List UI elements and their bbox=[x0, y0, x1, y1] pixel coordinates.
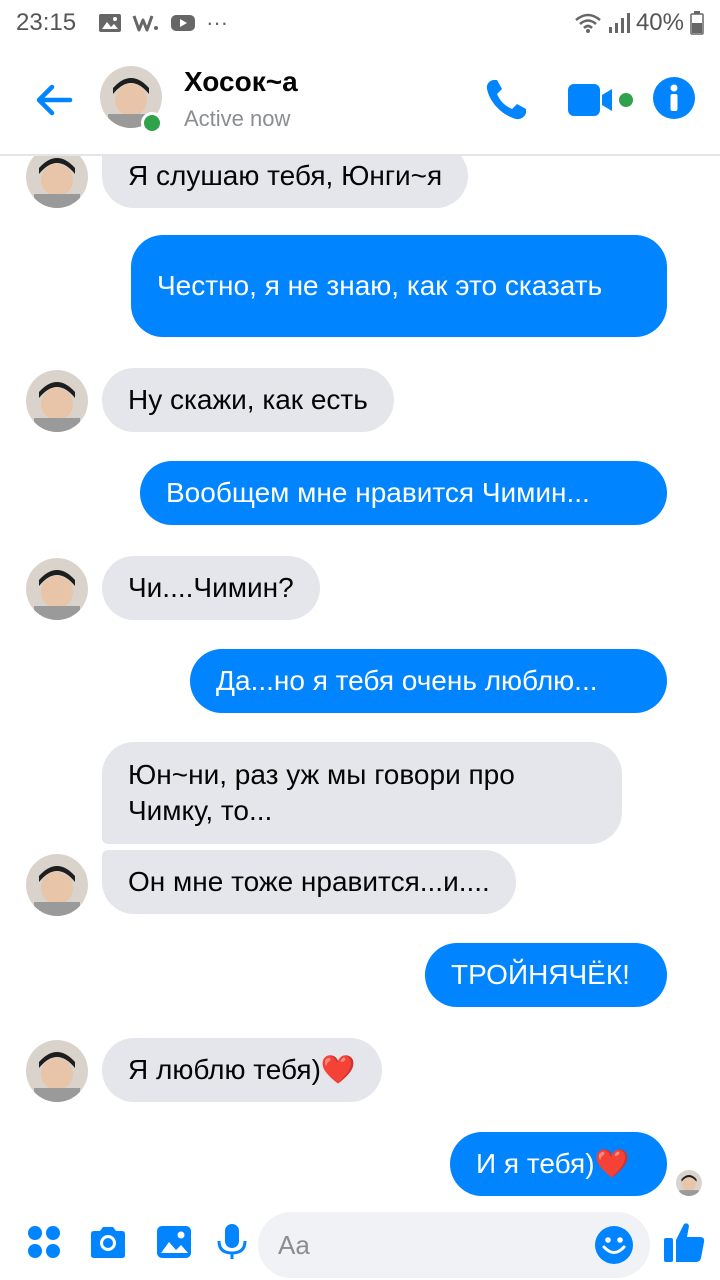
battery-icon bbox=[690, 11, 704, 35]
menu-icon[interactable] bbox=[24, 1222, 64, 1262]
message-text: Юн~ни, раз уж мы говори про Чимку, то... bbox=[128, 759, 515, 826]
status-notification-icons: ··· bbox=[98, 12, 228, 34]
status-system-icons: 40% bbox=[574, 9, 704, 37]
message-text: Я люблю тебя) bbox=[128, 1054, 321, 1085]
message-composer bbox=[0, 1204, 720, 1280]
message-input-container[interactable] bbox=[258, 1212, 650, 1278]
outgoing-message[interactable]: Честно, я не знаю, как это сказать bbox=[131, 235, 667, 337]
message-text: Он мне тоже нравится...и.... bbox=[128, 866, 490, 897]
more-dots-icon: ··· bbox=[206, 10, 229, 35]
w-app-icon bbox=[132, 15, 159, 32]
outgoing-message[interactable]: Да...но я тебя очень люблю... bbox=[190, 649, 667, 713]
contact-message-avatar bbox=[26, 1040, 88, 1102]
status-bar: 23:15 ··· 40% bbox=[0, 0, 720, 46]
info-icon[interactable] bbox=[652, 76, 696, 120]
incoming-message[interactable]: Чи....Чимин? bbox=[102, 556, 320, 620]
contact-name[interactable]: Хосок~а bbox=[184, 66, 298, 98]
phone-call-icon[interactable] bbox=[482, 76, 530, 124]
microphone-icon[interactable] bbox=[212, 1222, 252, 1262]
heart-emoji: ❤️ bbox=[594, 1148, 630, 1179]
message-text: Я слушаю тебя, Юнги~я bbox=[128, 160, 443, 191]
contact-message-avatar bbox=[26, 156, 88, 208]
signal-icon bbox=[608, 13, 630, 33]
gallery-icon bbox=[99, 14, 122, 32]
message-text: Ну скажи, как есть bbox=[128, 384, 368, 415]
video-call-icon[interactable] bbox=[566, 80, 636, 120]
seen-receipt-avatar bbox=[676, 1170, 702, 1196]
message-text: И я тебя) bbox=[476, 1148, 595, 1179]
message-text: Честно, я не знаю, как это сказать bbox=[157, 270, 603, 301]
contact-message-avatar bbox=[26, 558, 88, 620]
status-time: 23:15 bbox=[16, 9, 77, 36]
outgoing-message[interactable]: Вообщем мне нравится Чимин... bbox=[140, 461, 667, 525]
incoming-message[interactable]: Я слушаю тебя, Юнги~я bbox=[102, 156, 469, 208]
youtube-icon bbox=[171, 15, 196, 31]
image-icon[interactable] bbox=[154, 1222, 194, 1262]
conversation-header: Хосок~а Active now bbox=[0, 46, 720, 156]
battery-percent: 40% bbox=[635, 9, 684, 36]
message-text: ТРОЙНЯЧЁК! bbox=[451, 959, 630, 990]
outgoing-message[interactable]: ТРОЙНЯЧЁК! bbox=[425, 943, 667, 1007]
wifi-icon bbox=[575, 13, 601, 33]
camera-icon[interactable] bbox=[88, 1222, 128, 1262]
outgoing-message[interactable]: И я тебя) ❤️ bbox=[450, 1132, 667, 1196]
incoming-message[interactable]: Я люблю тебя) ❤️ bbox=[102, 1038, 382, 1102]
contact-message-avatar bbox=[26, 370, 88, 432]
thumbs-up-icon[interactable] bbox=[662, 1220, 706, 1264]
incoming-message[interactable]: Юн~ни, раз уж мы говори про Чимку, то... bbox=[102, 742, 622, 844]
emoji-icon[interactable] bbox=[594, 1225, 634, 1265]
online-indicator bbox=[141, 112, 163, 134]
message-text: Вообщем мне нравится Чимин... bbox=[166, 477, 590, 508]
contact-status: Active now bbox=[184, 106, 291, 131]
message-text: Да...но я тебя очень люблю... bbox=[216, 665, 598, 696]
incoming-message[interactable]: Ну скажи, как есть bbox=[102, 368, 394, 432]
message-thread[interactable]: Я слушаю тебя, Юнги~я Честно, я не знаю,… bbox=[0, 156, 720, 1204]
message-text: Чи....Чимин? bbox=[128, 572, 294, 603]
back-arrow-icon[interactable] bbox=[30, 76, 78, 124]
message-input[interactable] bbox=[278, 1212, 578, 1278]
incoming-message[interactable]: Он мне тоже нравится...и.... bbox=[102, 850, 516, 914]
heart-emoji: ❤️ bbox=[320, 1054, 356, 1085]
contact-message-avatar bbox=[26, 854, 88, 916]
